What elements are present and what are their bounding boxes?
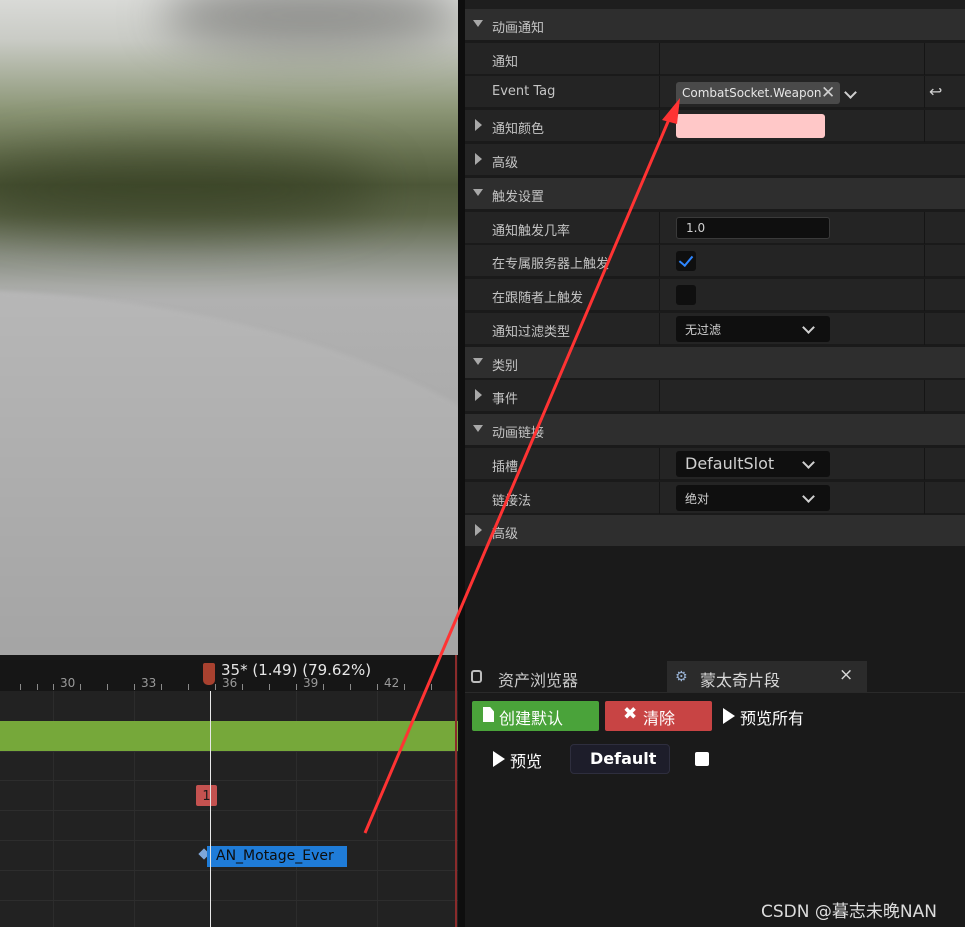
timeline-ruler[interactable]: 30 33 36 39 42 35* (1.49) (79.62%) xyxy=(0,655,458,691)
asset-browser-icon xyxy=(471,670,482,683)
create-default-button[interactable]: 创建默认 xyxy=(472,701,599,731)
clear-button[interactable]: ✖ 清除 xyxy=(605,701,712,731)
playhead-handle[interactable] xyxy=(203,663,215,685)
event-tag-chip[interactable]: CombatSocket.Weapon ✕ xyxy=(676,82,840,104)
prop-label: Event Tag xyxy=(492,84,556,99)
trigger-chance-input[interactable]: 1.0 xyxy=(676,217,830,239)
prop-event[interactable]: 事件 xyxy=(465,380,965,412)
section-checkbox[interactable] xyxy=(695,752,709,766)
prop-label: 插槽 xyxy=(492,460,519,475)
reset-to-default-icon[interactable]: ↩ xyxy=(929,82,942,101)
dedicated-server-checkbox[interactable] xyxy=(676,251,696,271)
chevron-down-icon xyxy=(802,490,815,503)
prop-event-tag: Event Tag CombatSocket.Weapon ✕ ↩ xyxy=(465,76,965,108)
color-swatch[interactable] xyxy=(676,114,825,138)
category-anim-notify[interactable]: 动画通知 xyxy=(465,9,965,41)
filter-type-dropdown[interactable]: 无过滤 xyxy=(676,316,830,342)
playhead-line xyxy=(210,691,211,927)
tab-asset-browser[interactable]: 资产浏览器 xyxy=(465,661,665,693)
watermark: CSDN @暮志未晚NAN xyxy=(761,902,937,922)
collapse-arrow-icon[interactable] xyxy=(473,189,483,196)
viewport-blur-shadow xyxy=(160,0,458,50)
tick-label: 33 xyxy=(141,676,157,690)
expand-arrow-icon[interactable] xyxy=(475,119,482,131)
category-advanced[interactable]: 高级 xyxy=(465,515,965,547)
tick-label: 30 xyxy=(60,676,76,690)
expand-arrow-icon[interactable] xyxy=(475,389,482,401)
link-method-dropdown[interactable]: 绝对 xyxy=(676,485,830,511)
viewport-blur-foliage xyxy=(0,150,380,230)
montage-sections-icon: ⚙ xyxy=(675,669,688,685)
prop-label: 事件 xyxy=(492,392,519,407)
notify-event-block[interactable]: AN_Motage_Ever xyxy=(207,846,347,867)
remove-tag-icon[interactable]: ✕ xyxy=(821,83,835,103)
play-icon xyxy=(723,708,735,724)
category-trigger-settings[interactable]: 触发设置 xyxy=(465,178,965,210)
prop-label: 通知过滤类型 xyxy=(492,325,571,340)
clear-x-icon: ✖ xyxy=(623,704,638,724)
event-tag-value: CombatSocket.Weapon xyxy=(682,86,822,100)
prop-label: 链接法 xyxy=(492,494,532,509)
montage-sections-panel: 资产浏览器 ⚙ 蒙太奇片段 × 创建默认 ✖ 清除 预览所有 预览 Defaul… xyxy=(465,655,965,927)
tick-label: 42 xyxy=(384,676,400,690)
collapse-arrow-icon[interactable] xyxy=(473,20,483,27)
play-icon xyxy=(493,751,505,767)
prop-link-method: 链接法 绝对 xyxy=(465,482,965,514)
expand-arrow-icon[interactable] xyxy=(475,153,482,165)
prop-trigger-dedicated-server: 在专属服务器上触发 xyxy=(465,245,965,277)
timeline-end-line xyxy=(455,655,457,927)
tab-montage-sections[interactable]: ⚙ 蒙太奇片段 × xyxy=(667,661,867,693)
prop-label: 通知 xyxy=(492,55,519,70)
chevron-down-icon xyxy=(802,456,815,469)
montage-section-bar[interactable] xyxy=(0,721,458,751)
tag-dropdown-chevron-icon[interactable] xyxy=(844,86,857,99)
collapse-arrow-icon[interactable] xyxy=(473,425,483,432)
category-label: 高级 xyxy=(492,527,519,542)
playhead-label: 35* (1.49) (79.62%) xyxy=(221,661,372,679)
category-anim-link[interactable]: 动画链接 xyxy=(465,414,965,446)
prop-filter-type: 通知过滤类型 无过滤 xyxy=(465,313,965,345)
slot-marker-badge[interactable]: 1 xyxy=(196,785,217,806)
chevron-down-icon xyxy=(802,321,815,334)
details-panel: 动画通知 通知 Event Tag CombatSocket.Weapon ✕ … xyxy=(465,0,965,655)
prop-notify: 通知 xyxy=(465,43,965,75)
follower-checkbox[interactable] xyxy=(676,285,696,305)
prop-label: 通知颜色 xyxy=(492,122,545,137)
category-label: 动画链接 xyxy=(492,426,545,441)
category-label: 触发设置 xyxy=(492,190,545,205)
slot-dropdown[interactable]: DefaultSlot xyxy=(676,451,830,477)
timeline-panel[interactable]: 30 33 36 39 42 35* (1.49) (79.62%) 1 AN_… xyxy=(0,655,458,927)
preview-all-button[interactable]: 预览所有 xyxy=(717,701,827,731)
section-default-button[interactable]: Default xyxy=(570,744,670,774)
prop-label: 在专属服务器上触发 xyxy=(492,257,610,272)
category-label: 动画通知 xyxy=(492,21,545,36)
prop-advanced[interactable]: 高级 xyxy=(465,144,965,176)
prop-label: 高级 xyxy=(492,156,519,171)
prop-trigger-chance: 通知触发几率 1.0 xyxy=(465,212,965,244)
checkmark-icon xyxy=(678,251,694,268)
tab-bar-underline xyxy=(465,692,965,693)
category-category[interactable]: 类别 xyxy=(465,347,965,379)
prop-label: 在跟随者上触发 xyxy=(492,291,584,306)
prop-notify-color[interactable]: 通知颜色 xyxy=(465,110,965,142)
panel-splitter[interactable] xyxy=(458,0,465,927)
prop-slot: 插槽 DefaultSlot xyxy=(465,448,965,480)
prop-label: 通知触发几率 xyxy=(492,224,571,239)
expand-arrow-icon[interactable] xyxy=(475,524,482,536)
collapse-arrow-icon[interactable] xyxy=(473,358,483,365)
prop-trigger-follower: 在跟随者上触发 xyxy=(465,279,965,311)
preview-button[interactable]: 预览 xyxy=(487,744,577,774)
category-label: 类别 xyxy=(492,359,519,374)
viewport[interactable] xyxy=(0,0,458,655)
close-icon[interactable]: × xyxy=(839,665,853,685)
document-icon xyxy=(483,707,494,722)
viewport-floor xyxy=(0,290,458,655)
